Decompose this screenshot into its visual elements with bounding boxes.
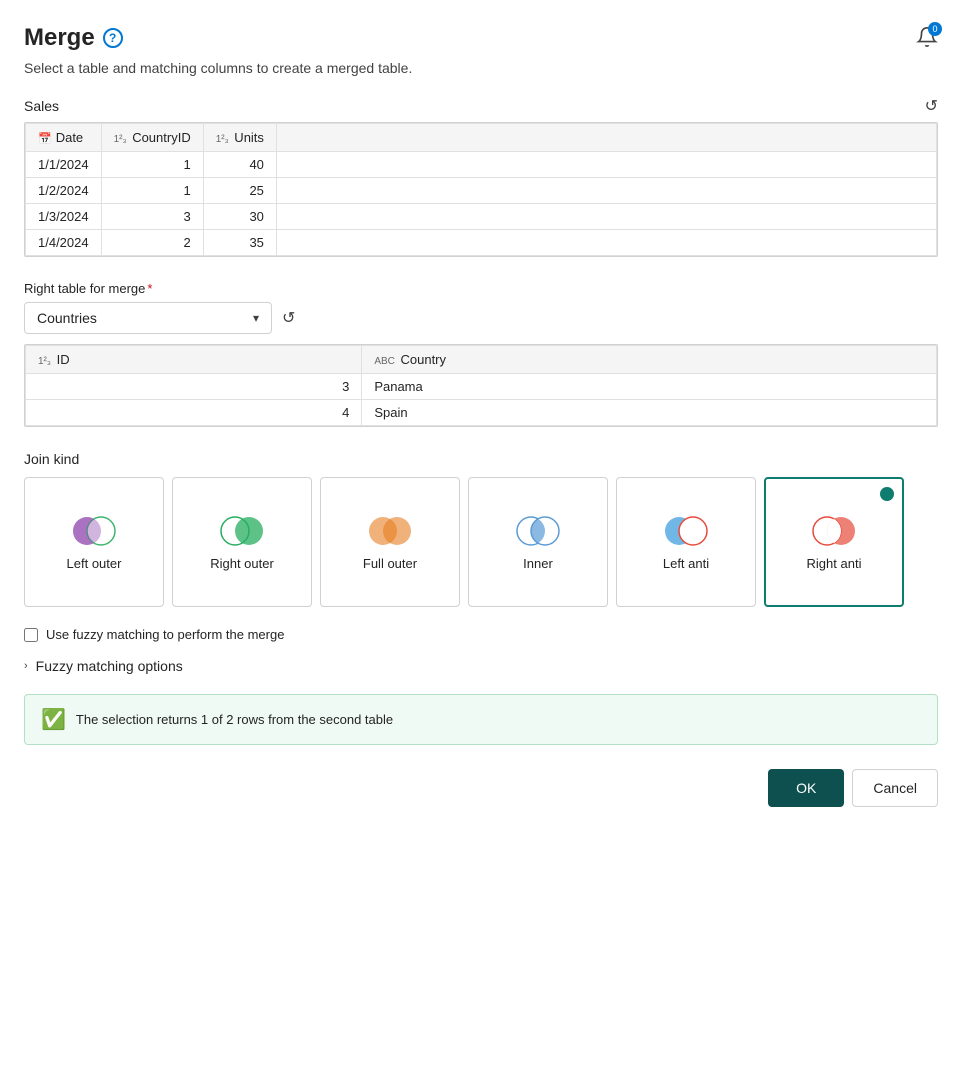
right-table-container: 1²₃ ID ABC Country 3 Panama 4 Spain [24, 344, 938, 427]
sales-col-countryid[interactable]: 1²₃ CountryID [101, 124, 203, 152]
notification-badge: 0 [928, 22, 942, 36]
join-card-full-outer[interactable]: Full outer [320, 477, 460, 607]
page-title: Merge [24, 24, 95, 52]
sales-col-date[interactable]: 📅Date [26, 124, 102, 152]
join-card-right-outer[interactable]: Right outer [172, 477, 312, 607]
join-card-left-anti-label: Left anti [663, 556, 709, 571]
table-row: 4 Spain [26, 400, 937, 426]
join-card-right-anti[interactable]: Right anti [764, 477, 904, 607]
sales-col-empty [276, 124, 936, 152]
join-cards-container: Left outer Right outer Full outer Inner [24, 477, 938, 607]
sales-table-container: 📅Date 1²₃ CountryID 1²₃ Units 1/1/2024 1… [24, 122, 938, 257]
fuzzy-options-label: Fuzzy matching options [36, 658, 183, 674]
table-row: 1/3/2024 3 30 [26, 204, 937, 230]
join-card-full-outer-label: Full outer [363, 556, 417, 571]
fuzzy-matching-checkbox[interactable] [24, 628, 38, 642]
join-card-left-outer[interactable]: Left outer [24, 477, 164, 607]
right-col-id[interactable]: 1²₃ ID [26, 346, 362, 374]
join-card-inner[interactable]: Inner [468, 477, 608, 607]
right-table-dropdown[interactable]: Countries ▾ [24, 302, 272, 334]
right-table-refresh-button[interactable]: ↺ [282, 308, 295, 328]
notifications-icon[interactable]: 0 [916, 26, 938, 51]
sales-table-label: Sales [24, 98, 59, 114]
selected-indicator [880, 487, 894, 501]
table-row: 1/4/2024 2 35 [26, 230, 937, 256]
help-icon[interactable]: ? [103, 28, 123, 48]
fuzzy-checkbox-row: Use fuzzy matching to perform the merge [24, 627, 938, 642]
table-row: 1/2/2024 1 25 [26, 178, 937, 204]
page-subtitle: Select a table and matching columns to c… [24, 60, 938, 76]
fuzzy-options-section[interactable]: › Fuzzy matching options [24, 658, 938, 674]
table-row: 1/1/2024 1 40 [26, 152, 937, 178]
sales-col-units[interactable]: 1²₃ Units [203, 124, 276, 152]
ok-button[interactable]: OK [768, 769, 844, 807]
footer-buttons: OK Cancel [24, 769, 938, 807]
dropdown-value: Countries [37, 310, 97, 326]
info-banner-text: The selection returns 1 of 2 rows from t… [76, 712, 393, 727]
join-card-right-outer-label: Right outer [210, 556, 274, 571]
join-kind-label: Join kind [24, 451, 938, 467]
fuzzy-matching-label[interactable]: Use fuzzy matching to perform the merge [46, 627, 284, 642]
join-card-inner-label: Inner [523, 556, 553, 571]
right-table-label: Right table for merge* [24, 281, 938, 296]
join-card-right-anti-label: Right anti [807, 556, 862, 571]
join-card-left-outer-label: Left outer [67, 556, 122, 571]
right-col-country[interactable]: ABC Country [362, 346, 937, 374]
dropdown-arrow-icon: ▾ [253, 311, 259, 325]
table-row: 3 Panama [26, 374, 937, 400]
fuzzy-expand-icon: › [24, 660, 28, 672]
right-table: 1²₃ ID ABC Country 3 Panama 4 Spain [25, 345, 937, 426]
info-check-icon: ✅ [41, 707, 66, 732]
sales-table: 📅Date 1²₃ CountryID 1²₃ Units 1/1/2024 1… [25, 123, 937, 256]
join-card-left-anti[interactable]: Left anti [616, 477, 756, 607]
cancel-button[interactable]: Cancel [852, 769, 938, 807]
sales-refresh-button[interactable]: ↺ [925, 96, 938, 116]
info-banner: ✅ The selection returns 1 of 2 rows from… [24, 694, 938, 745]
